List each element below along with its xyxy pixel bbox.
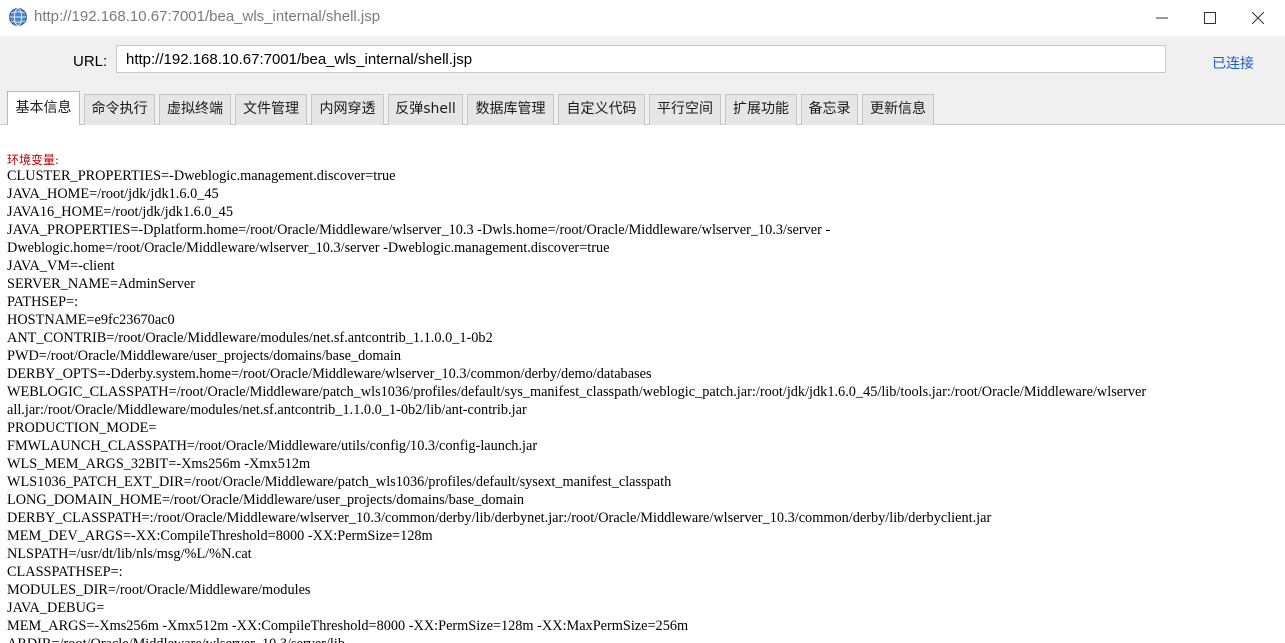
env-var-line: PATHSEP=:	[7, 294, 79, 310]
minimize-icon	[1156, 12, 1168, 24]
tab-file-manager[interactable]: 文件管理	[235, 94, 307, 125]
env-var-line: NLSPATH=/usr/dt/lib/nls/msg/%L/%N.cat	[7, 546, 252, 562]
env-var-line: SERVER_NAME=AdminServer	[7, 276, 196, 292]
env-var-line: WLS_MEM_ARGS_32BIT=-Xms256m -Xmx512m	[7, 456, 311, 472]
env-var-line: JAVA_VM=-client	[7, 258, 115, 274]
tab-basic-info[interactable]: 基本信息	[7, 91, 80, 125]
tab-reverse-shell[interactable]: 反弹shell	[388, 94, 463, 125]
env-var-line: MEM_DEV_ARGS=-XX:CompileThreshold=8000 -…	[7, 528, 433, 544]
env-var-line: all.jar:/root/Oracle/Middleware/modules/…	[7, 402, 527, 418]
tab-command-exec[interactable]: 命令执行	[84, 94, 155, 125]
tab-virtual-terminal[interactable]: 虚拟终端	[159, 94, 231, 125]
tab-bar: 基本信息 命令执行 虚拟终端 文件管理 内网穿透 反弹shell 数据库管理 自…	[0, 86, 1285, 125]
title-bar: http://192.168.10.67:7001/bea_wls_intern…	[0, 0, 1285, 36]
env-var-line: PWD=/root/Oracle/Middleware/user_project…	[7, 348, 401, 364]
maximize-button[interactable]	[1187, 0, 1233, 36]
tab-update-info[interactable]: 更新信息	[862, 94, 934, 125]
close-icon	[1252, 12, 1264, 24]
env-var-line: FMWLAUNCH_CLASSPATH=/root/Oracle/Middlew…	[7, 438, 538, 454]
env-var-line: LONG_DOMAIN_HOME=/root/Oracle/Middleware…	[7, 492, 525, 508]
env-var-line: WEBLOGIC_CLASSPATH=/root/Oracle/Middlewa…	[7, 384, 1147, 400]
env-var-line: CLASSPATHSEP=:	[7, 564, 123, 580]
env-var-line: ANT_CONTRIB=/root/Oracle/Middleware/modu…	[7, 330, 493, 346]
env-var-line: PRODUCTION_MODE=	[7, 420, 157, 436]
env-var-line: WLS1036_PATCH_EXT_DIR=/root/Oracle/Middl…	[7, 474, 672, 490]
env-var-line: MODULES_DIR=/root/Oracle/Middleware/modu…	[7, 582, 311, 598]
env-var-line: DERBY_CLASSPATH=:/root/Oracle/Middleware…	[7, 510, 992, 526]
env-var-line: CLUSTER_PROPERTIES=-Dweblogic.management…	[7, 168, 396, 184]
env-var-line: DERBY_OPTS=-Dderby.system.home=/root/Ora…	[7, 366, 652, 382]
env-var-line: MEM_ARGS=-Xms256m -Xmx512m -XX:CompileTh…	[7, 618, 689, 634]
tab-custom-code[interactable]: 自定义代码	[558, 94, 645, 125]
close-button[interactable]	[1235, 0, 1281, 36]
tab-parallel-space[interactable]: 平行空间	[649, 94, 721, 125]
env-var-line: JAVA_PROPERTIES=-Dplatform.home=/root/Or…	[7, 222, 831, 238]
env-var-line: JAVA_DEBUG=	[7, 600, 105, 616]
env-var-line: JAVA_HOME=/root/jdk/jdk1.6.0_45	[7, 186, 219, 202]
env-vars-list: CLUSTER_PROPERTIES=-Dweblogic.management…	[7, 167, 1285, 643]
basic-info-panel[interactable]: 环境变量: CLUSTER_PROPERTIES=-Dweblogic.mana…	[0, 125, 1285, 643]
url-bar: URL: 已连接	[0, 36, 1285, 86]
minimize-button[interactable]	[1139, 0, 1185, 36]
env-var-line: JAVA16_HOME=/root/jdk/jdk1.6.0_45	[7, 204, 233, 220]
url-input[interactable]	[116, 45, 1166, 73]
app-globe-icon	[8, 7, 28, 27]
tab-extensions[interactable]: 扩展功能	[725, 94, 797, 125]
env-var-line: Dweblogic.home=/root/Oracle/Middleware/w…	[7, 240, 610, 256]
tab-memo[interactable]: 备忘录	[801, 94, 858, 125]
env-var-line: HOSTNAME=e9fc23670ac0	[7, 312, 175, 328]
maximize-icon	[1204, 12, 1216, 24]
tab-intranet-tunnel[interactable]: 内网穿透	[311, 94, 384, 125]
connection-status: 已连接	[1212, 56, 1254, 72]
tab-database-manager[interactable]: 数据库管理	[467, 94, 554, 125]
url-label: URL:	[73, 53, 108, 70]
env-vars-heading: 环境变量:	[7, 153, 60, 167]
env-var-line: ARDIR=/root/Oracle/Middleware/wlserver_1…	[7, 635, 1285, 643]
window-title: http://192.168.10.67:7001/bea_wls_intern…	[34, 8, 381, 25]
